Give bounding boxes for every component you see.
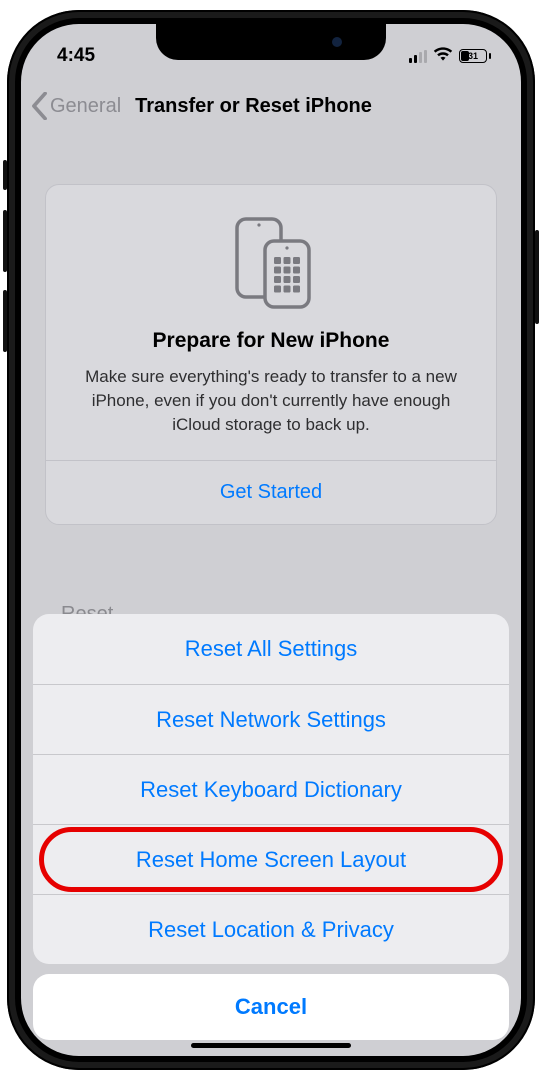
reset-option-label: Reset Home Screen Layout (136, 847, 406, 873)
reset-option-label: Reset Location & Privacy (148, 917, 394, 943)
front-camera (332, 37, 342, 47)
device-frame: 4:45 31 (7, 10, 535, 1070)
screen: 4:45 31 (21, 24, 521, 1056)
action-sheet-group: Reset All Settings Reset Network Settings… (33, 614, 509, 964)
volume-down-button (3, 290, 7, 352)
power-button (535, 230, 539, 324)
reset-option-3[interactable]: Reset Home Screen Layout (33, 824, 509, 894)
notch (156, 24, 386, 60)
reset-option-2[interactable]: Reset Keyboard Dictionary (33, 754, 509, 824)
reset-option-label: Reset Keyboard Dictionary (140, 777, 402, 803)
cancel-button[interactable]: Cancel (33, 974, 509, 1040)
volume-up-button (3, 210, 7, 272)
reset-option-1[interactable]: Reset Network Settings (33, 684, 509, 754)
reset-option-label: Reset All Settings (185, 636, 357, 662)
mute-switch (3, 160, 7, 190)
reset-option-4[interactable]: Reset Location & Privacy (33, 894, 509, 964)
home-indicator[interactable] (191, 1043, 351, 1048)
reset-option-0[interactable]: Reset All Settings (33, 614, 509, 684)
action-sheet: Reset Reset All SettingsReset Network Se… (33, 614, 509, 1040)
reset-option-label: Reset Network Settings (156, 707, 386, 733)
